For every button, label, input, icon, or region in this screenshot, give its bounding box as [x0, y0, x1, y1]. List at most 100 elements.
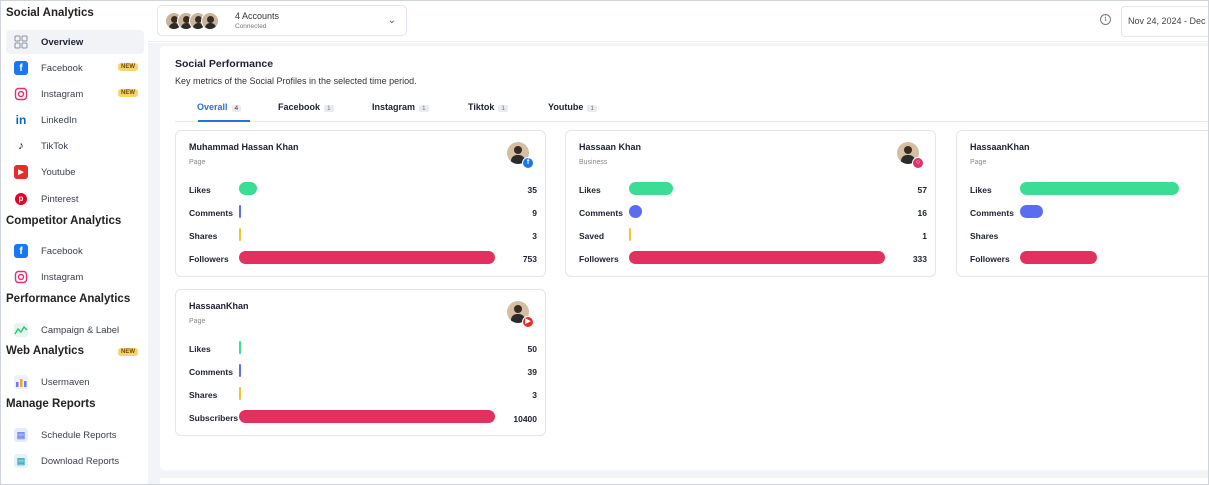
metric-bar [239, 228, 241, 241]
new-badge: NEW [118, 348, 138, 356]
metric-label: Followers [970, 254, 1010, 264]
sidebar-item-label: Instagram [41, 88, 84, 100]
metric-value: 10400 [513, 414, 537, 424]
accounts-selector[interactable]: 4 Accounts Connected ⌄ [157, 5, 407, 36]
tab-youtube[interactable]: Youtube 1 [548, 102, 597, 112]
tab-overall[interactable]: Overall 4 [197, 102, 242, 112]
profile-type: Page [189, 159, 206, 166]
tab-count-badge: 1 [498, 105, 508, 112]
sidebar-item-instagram[interactable]: Instagram [6, 265, 144, 289]
chevron-down-icon: ⌄ [387, 15, 396, 26]
metric-bar [239, 341, 241, 354]
metric-bar [629, 228, 631, 241]
sidebar-item-label: TikTok [41, 140, 69, 152]
panel-title: Social Performance [175, 58, 274, 70]
metric-label: Shares [970, 231, 999, 241]
profile-card: Muhammad Hassan Khan Page f Likes 35 Comments… [175, 130, 546, 277]
metric-bar [1020, 251, 1097, 264]
sidebar-item-facebook[interactable]: f Facebook NEW [6, 56, 144, 80]
sidebar-section-title: Manage Reports [6, 398, 96, 410]
panel-subtitle: Key metrics of the Social Profiles in th… [175, 76, 417, 86]
tab-count-badge: 1 [324, 105, 334, 112]
sidebar-item-usermaven[interactable]: Usermaven [6, 370, 144, 394]
sidebar: Social Analytics Overview f Facebook NEW Inst… [2, 2, 148, 484]
metric-label: Likes [189, 344, 211, 354]
info-icon[interactable]: i [1100, 14, 1111, 25]
sidebar-item-youtube[interactable]: ▶ Youtube [6, 160, 144, 184]
avatar [201, 12, 219, 30]
instagram-icon [14, 270, 28, 284]
metric-bar [239, 251, 495, 264]
sidebar-section-title: Social Analytics [6, 7, 94, 19]
profile-type: Page [189, 318, 206, 325]
youtube-icon: ▶ [522, 316, 534, 328]
sidebar-item-label: Facebook [41, 62, 83, 74]
sidebar-section-title: Competitor Analytics [6, 215, 122, 227]
metric-value: 1 [922, 231, 927, 241]
metric-row-likes: Likes [970, 182, 1208, 198]
metric-row-saved: Saved 1 [579, 228, 927, 244]
youtube-icon: ▶ [14, 165, 28, 179]
sidebar-item-instagram[interactable]: Instagram NEW [6, 82, 144, 106]
tab-tiktok[interactable]: Tiktok 1 [468, 102, 508, 112]
profile-name: Hassaan Khan [579, 142, 642, 152]
instagram-icon [14, 87, 28, 101]
sidebar-item-facebook[interactable]: f Facebook [6, 239, 144, 263]
accounts-status: Connected [235, 23, 267, 30]
metric-row-comments: Comments 16 [579, 205, 927, 221]
sidebar-item-tiktok[interactable]: ♪ TikTok [6, 134, 144, 158]
metric-row-shares: Shares 3 [189, 228, 537, 244]
grid-icon [14, 35, 28, 49]
facebook-icon: f [14, 61, 28, 75]
schedule-report-icon: ▤ [14, 428, 28, 442]
metric-label: Shares [189, 390, 218, 400]
sidebar-item-label: LinkedIn [41, 114, 77, 126]
sidebar-item-pinterest[interactable]: p Pinterest [6, 187, 144, 211]
download-report-icon: ▤ [14, 454, 28, 468]
metric-bar [239, 410, 495, 423]
metric-label: Likes [579, 185, 601, 195]
metric-bar [239, 182, 257, 195]
tab-facebook[interactable]: Facebook 1 [278, 102, 334, 112]
sidebar-item-schedule-reports[interactable]: ▤ Schedule Reports [6, 423, 144, 447]
top-bar: 4 Accounts Connected ⌄ i Nov 24, 2024 - … [148, 2, 1208, 42]
metric-row-followers: Followers 333 [579, 251, 927, 267]
sidebar-item-download-reports[interactable]: ▤ Download Reports [6, 449, 144, 473]
metric-label: Comments [189, 367, 233, 377]
linkedin-icon: in [15, 113, 27, 127]
avatar: f [507, 142, 534, 169]
sidebar-section-title: Web Analytics [6, 345, 84, 357]
tab-count-badge: 1 [419, 105, 429, 112]
metric-row-comments: Comments [970, 205, 1208, 221]
sidebar-item-linkedin[interactable]: in LinkedIn [6, 108, 144, 132]
metric-bar [1020, 182, 1179, 195]
metric-bar [629, 251, 885, 264]
tab-instagram[interactable]: Instagram 1 [372, 102, 429, 112]
metric-label: Saved [579, 231, 605, 241]
campaign-chart-icon [14, 323, 28, 337]
metric-value: 50 [527, 344, 537, 354]
metric-row-shares: Shares 3 [189, 387, 537, 403]
profile-card: HassaanKhanPage♪LikesCommentsSharesFollo… [956, 130, 1208, 277]
date-range-picker[interactable]: Nov 24, 2024 - Dec 24, 2024 [1121, 6, 1208, 37]
tab-count-badge: 1 [587, 105, 597, 112]
sidebar-item-label: Pinterest [41, 193, 79, 205]
sidebar-item-overview[interactable]: Overview [6, 30, 144, 54]
tab-label: Tiktok [468, 102, 495, 112]
metric-label: Likes [189, 185, 211, 195]
metric-bar [1020, 205, 1043, 218]
facebook-icon: f [14, 244, 28, 258]
metric-row-comments: Comments 9 [189, 205, 537, 221]
metric-value: 3 [532, 390, 537, 400]
sidebar-item-label: Usermaven [41, 376, 90, 388]
profile-name: Muhammad Hassan Khan [189, 142, 299, 152]
main-content: Social Performance Key metrics of the So… [148, 43, 1208, 484]
metric-label: Comments [579, 208, 623, 218]
metric-row-likes: Likes 57 [579, 182, 927, 198]
metric-bar [629, 205, 642, 218]
sidebar-item-campaign-label[interactable]: Campaign & Label [6, 318, 144, 342]
avatar: ○ [897, 142, 924, 169]
instagram-icon: ○ [912, 157, 924, 169]
pinterest-icon: p [14, 192, 28, 206]
sidebar-item-label: Facebook [41, 245, 83, 257]
